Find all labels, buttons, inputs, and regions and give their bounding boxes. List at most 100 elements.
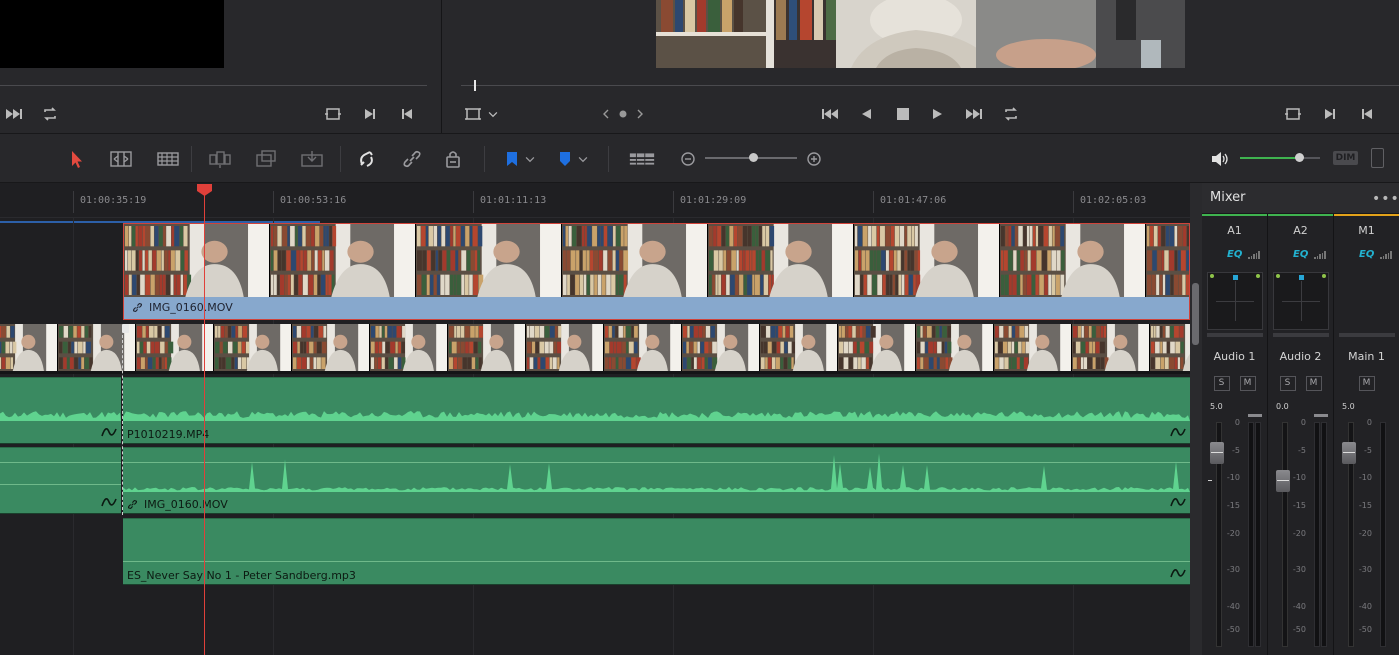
program-viewer[interactable] [656,0,1185,68]
track-name: Audio 1 [1213,350,1256,363]
timecode-ruler[interactable]: 01:00:35:19 01:00:53:16 01:01:11:13 01:0… [0,183,1190,218]
fade-curve-icon[interactable] [1170,496,1186,508]
next-clip-icon[interactable] [359,103,381,125]
chevron-down-icon[interactable] [486,103,500,125]
zoom-out-icon[interactable] [675,147,701,171]
timeline-view-options-icon[interactable] [627,147,657,171]
clip-thumbnail [708,224,854,297]
link-icon [132,302,143,313]
clip-thumbnail [136,324,214,371]
clip-name-bar: IMG_0160.MOV [124,297,1189,319]
clip-thumbnail [1000,224,1146,297]
dynamic-trim-mode-icon[interactable] [155,147,181,171]
audio-clip[interactable] [0,447,121,514]
fade-curve-icon[interactable] [1170,567,1186,579]
clip-thumbnail [760,324,838,371]
mixer-title: Mixer [1210,190,1246,205]
play-reverse-icon[interactable] [855,103,877,125]
ruler-timecode: 01:00:53:16 [280,195,347,206]
viewer-divider [441,0,442,133]
linked-selection-icon[interactable] [399,147,425,171]
link-icon [127,499,138,510]
clip-thumbnail [370,324,448,371]
match-frame-icon[interactable] [1282,103,1304,125]
clip-thumbnail [1146,224,1189,297]
loop-icon[interactable] [39,103,61,125]
chevron-down-icon[interactable] [521,147,539,171]
clip-thumbnail [0,324,58,371]
solo-button[interactable]: S [1279,376,1296,391]
position-lock-icon[interactable] [440,147,466,171]
mixer-channel-a1: A1 EQ Audio 1 S M 5.0 0 -5 -10 -15 -20 -… [1202,214,1268,655]
more-options-icon[interactable]: ••• [1372,191,1399,207]
channel-id: A2 [1293,224,1308,237]
go-to-last-frame-icon[interactable] [963,103,985,125]
eq-button[interactable]: EQ [1293,249,1308,260]
dynamics-bar [1207,333,1263,337]
zoom-in-icon[interactable] [801,147,827,171]
edit-point-marker[interactable] [122,324,129,333]
pan-control[interactable] [1273,272,1329,330]
video-clip[interactable]: IMG_0160.MOV [123,223,1190,320]
loop-icon[interactable] [1000,103,1022,125]
insert-clip-icon[interactable] [207,147,233,171]
audio-clip[interactable] [0,377,121,444]
eq-button[interactable]: EQ [1227,249,1242,260]
stop-icon[interactable] [892,103,914,125]
program-scrub-bar[interactable] [461,85,1399,86]
solo-button[interactable]: S [1213,376,1230,391]
replace-clip-icon[interactable] [299,147,325,171]
program-playhead[interactable] [474,80,476,91]
playhead-handle[interactable] [196,183,213,197]
fader-handle[interactable] [1342,442,1356,464]
match-frame-icon[interactable] [322,103,344,125]
audio-clip[interactable]: ES_Never Say No 1 - Peter Sandberg.mp3 [123,518,1190,585]
fade-curve-icon[interactable] [101,496,117,508]
fader-value: 5.0 [1210,402,1223,411]
zoom-slider-handle[interactable] [749,153,758,162]
fader-handle[interactable] [1276,470,1290,492]
previous-clip-icon[interactable] [396,103,418,125]
audio-clip[interactable]: IMG_0160.MOV [123,447,1190,514]
previous-clip-icon[interactable] [1356,103,1378,125]
go-to-first-frame-icon[interactable] [819,103,841,125]
clip-thumbnail [214,324,292,371]
trim-edit-mode-icon[interactable] [108,147,134,171]
layout-toggle-button[interactable] [1371,148,1384,168]
fader-value: 0.0 [1276,402,1289,411]
ruler-timecode: 01:01:11:13 [480,195,547,206]
next-clip-icon[interactable] [1319,103,1341,125]
mute-button[interactable]: M [1358,376,1375,391]
mute-button[interactable]: M [1239,376,1256,391]
mute-button[interactable]: M [1305,376,1322,391]
speaker-icon[interactable] [1207,147,1233,171]
selection-mode-icon[interactable] [63,147,89,171]
level-meter [1380,422,1386,647]
timeline-scrollbar[interactable] [1190,183,1202,655]
snapping-icon[interactable] [354,147,380,171]
clip-name: IMG_0160.MOV [149,301,233,314]
fader-track[interactable] [1282,422,1288,647]
fast-forward-icon[interactable] [3,103,25,125]
channel-id: M1 [1358,224,1375,237]
overwrite-clip-icon[interactable] [253,147,279,171]
dim-button[interactable]: DIM [1333,151,1358,165]
jog-control-icon[interactable] [600,103,646,125]
volume-slider-handle[interactable] [1295,153,1304,162]
chevron-down-icon[interactable] [574,147,592,171]
fader-handle[interactable] [1210,442,1224,464]
dynamics-bar [1273,333,1329,337]
viewer-crop-icon[interactable] [462,103,484,125]
audio-clip[interactable]: P1010219.MP4 [123,377,1190,444]
play-icon[interactable] [927,103,949,125]
fade-curve-icon[interactable] [101,426,117,438]
source-scrub-bar[interactable] [0,85,427,86]
eq-button[interactable]: EQ [1359,249,1374,260]
pan-control[interactable] [1207,272,1263,330]
fade-curve-icon[interactable] [1170,426,1186,438]
video-clip-track-1[interactable] [0,324,1190,374]
scrollbar-thumb[interactable] [1192,283,1199,345]
playhead-line[interactable] [204,187,205,655]
level-meter [1255,422,1261,647]
source-viewer[interactable] [0,0,224,68]
